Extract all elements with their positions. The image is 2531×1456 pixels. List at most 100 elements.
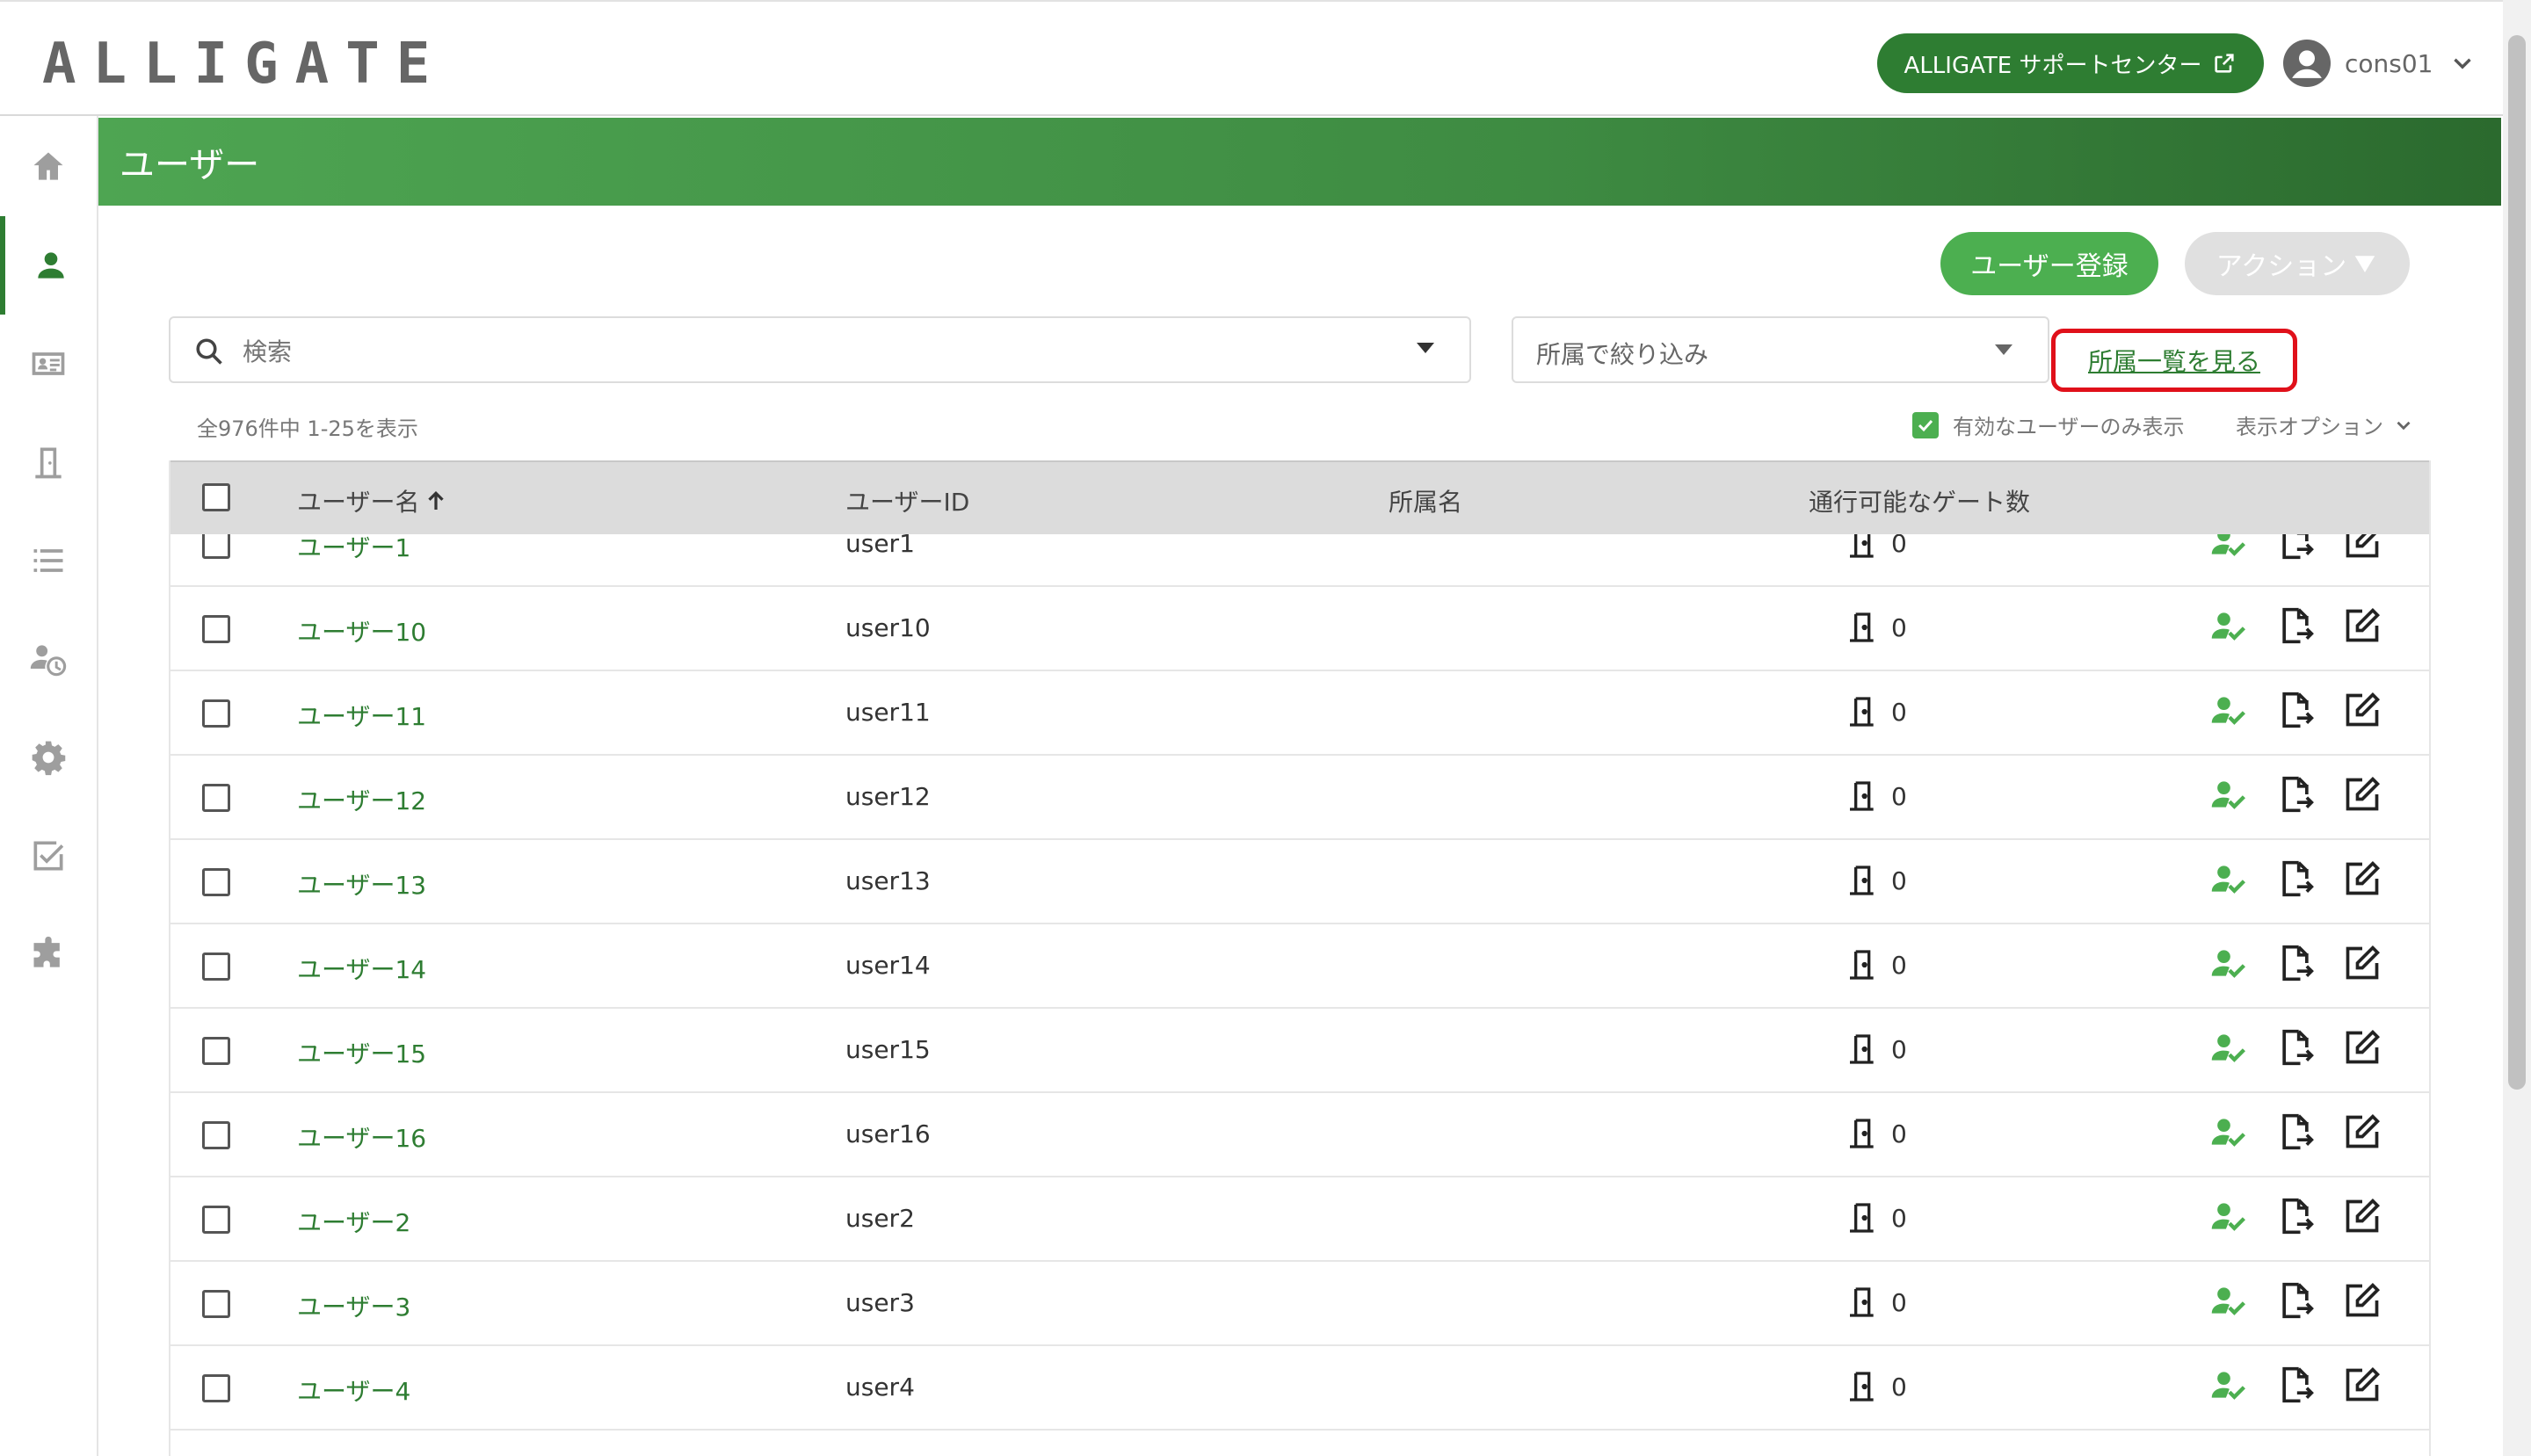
- export-file-icon[interactable]: [2276, 775, 2315, 814]
- edit-icon[interactable]: [2343, 859, 2382, 898]
- edit-icon[interactable]: [2343, 1028, 2382, 1067]
- affiliation-list-link[interactable]: 所属一覧を見る: [2088, 343, 2260, 378]
- user-enabled-icon[interactable]: [2209, 606, 2248, 645]
- sidebar-item-home[interactable]: [0, 118, 97, 216]
- gate-count: 0: [1844, 1116, 1907, 1151]
- avatar-icon: [2283, 40, 2331, 87]
- sidebar-item-approvals[interactable]: [0, 807, 97, 905]
- search-input[interactable]: [241, 330, 1369, 373]
- user-name-link[interactable]: ユーザー12: [297, 782, 426, 817]
- user-enabled-icon[interactable]: [2209, 1365, 2248, 1404]
- select-all-checkbox[interactable]: [202, 483, 230, 511]
- row-actions: [2209, 1197, 2382, 1235]
- sidebar-item-extensions[interactable]: [0, 905, 97, 1003]
- row-checkbox[interactable]: [202, 615, 230, 643]
- export-file-icon[interactable]: [2276, 944, 2315, 982]
- search-field[interactable]: [169, 316, 1471, 383]
- edit-icon[interactable]: [2343, 1112, 2382, 1151]
- user-name-link[interactable]: ユーザー11: [297, 698, 426, 733]
- row-checkbox[interactable]: [202, 868, 230, 896]
- row-checkbox[interactable]: [202, 1037, 230, 1065]
- user-name-link[interactable]: ユーザー4: [297, 1373, 410, 1408]
- row-checkbox[interactable]: [202, 699, 230, 728]
- edit-icon[interactable]: [2343, 944, 2382, 982]
- row-checkbox[interactable]: [202, 1121, 230, 1149]
- page-scrollbar[interactable]: [2503, 0, 2531, 1456]
- sidebar-item-gates[interactable]: [0, 413, 97, 511]
- user-enabled-icon[interactable]: [2209, 1281, 2248, 1320]
- table-row: ユーザー10 user10 0: [170, 587, 2429, 671]
- affiliation-filter-select[interactable]: 所属で絞り込み: [1512, 316, 2049, 383]
- user-name-link[interactable]: ユーザー3: [297, 1288, 410, 1323]
- valid-users-only-toggle[interactable]: 有効なユーザーのみ表示: [1912, 409, 2185, 440]
- user-name-link[interactable]: ユーザー10: [297, 613, 426, 648]
- gear-icon: [32, 741, 66, 776]
- row-checkbox[interactable]: [202, 1206, 230, 1234]
- id-card-icon: [32, 352, 65, 375]
- column-header-id[interactable]: ユーザーID: [845, 483, 969, 518]
- view-options-button[interactable]: 表示オプション: [2236, 409, 2415, 440]
- user-register-button[interactable]: ユーザー登録: [1940, 232, 2158, 295]
- account-menu[interactable]: cons01: [2283, 35, 2477, 91]
- export-file-icon[interactable]: [2276, 1281, 2315, 1320]
- search-dropdown-icon[interactable]: [1417, 343, 1434, 353]
- user-enabled-icon[interactable]: [2209, 1028, 2248, 1067]
- row-checkbox[interactable]: [202, 1374, 230, 1402]
- user-enabled-icon[interactable]: [2209, 1112, 2248, 1151]
- user-name-link[interactable]: ユーザー16: [297, 1119, 426, 1155]
- sidebar-item-cards[interactable]: [0, 315, 97, 413]
- column-header-gates[interactable]: 通行可能なゲート数: [1809, 483, 2030, 518]
- puzzle-icon: [33, 936, 60, 967]
- table-row: ユーザー15 user15 0: [170, 1009, 2429, 1093]
- export-file-icon[interactable]: [2276, 606, 2315, 645]
- support-center-button[interactable]: ALLIGATE サポートセンター: [1877, 33, 2264, 93]
- door-icon: [1850, 612, 1874, 642]
- scrollbar-thumb[interactable]: [2508, 35, 2526, 1090]
- user-enabled-icon[interactable]: [2209, 944, 2248, 982]
- user-name-link[interactable]: ユーザー2: [297, 1204, 410, 1239]
- action-button[interactable]: アクション: [2185, 232, 2410, 295]
- door-icon: [1850, 1034, 1874, 1064]
- export-file-icon[interactable]: [2276, 1028, 2315, 1067]
- gate-count-value: 0: [1891, 1287, 1907, 1317]
- user-id: user3: [845, 1288, 915, 1317]
- edit-icon[interactable]: [2343, 1197, 2382, 1235]
- user-enabled-icon[interactable]: [2209, 691, 2248, 729]
- user-name-link[interactable]: ユーザー1: [297, 529, 410, 564]
- door-icon: [35, 447, 62, 479]
- column-header-name[interactable]: ユーザー名: [297, 483, 449, 518]
- user-enabled-icon[interactable]: [2209, 775, 2248, 814]
- user-enabled-icon[interactable]: [2209, 859, 2248, 898]
- export-file-icon[interactable]: [2276, 691, 2315, 729]
- user-enabled-icon[interactable]: [2209, 1197, 2248, 1235]
- export-file-icon[interactable]: [2276, 1365, 2315, 1404]
- table-row: ユーザー2 user2 0: [170, 1177, 2429, 1262]
- row-checkbox[interactable]: [202, 1290, 230, 1318]
- row-checkbox[interactable]: [202, 953, 230, 981]
- row-checkbox[interactable]: [202, 784, 230, 812]
- sidebar: [0, 116, 98, 1456]
- app-logo[interactable]: ALLIGATE: [42, 32, 446, 97]
- edit-icon[interactable]: [2343, 691, 2382, 729]
- edit-icon[interactable]: [2343, 1365, 2382, 1404]
- export-file-icon[interactable]: [2276, 859, 2315, 898]
- export-file-icon[interactable]: [2276, 1112, 2315, 1151]
- gate-count-value: 0: [1891, 1119, 1907, 1148]
- user-name-link[interactable]: ユーザー13: [297, 866, 426, 902]
- edit-icon[interactable]: [2343, 1281, 2382, 1320]
- sidebar-item-settings[interactable]: [0, 708, 97, 807]
- sidebar-item-logs[interactable]: [0, 511, 97, 610]
- user-name-link[interactable]: ユーザー14: [297, 951, 426, 986]
- edit-icon[interactable]: [2343, 775, 2382, 814]
- user-name-link[interactable]: ユーザー15: [297, 1035, 426, 1070]
- home-icon: [33, 152, 63, 180]
- sidebar-item-users[interactable]: [0, 216, 97, 315]
- row-checkbox[interactable]: [202, 531, 230, 559]
- valid-users-checkbox[interactable]: [1912, 411, 1939, 438]
- column-header-affiliation[interactable]: 所属名: [1389, 483, 1462, 518]
- sidebar-item-schedule[interactable]: [0, 610, 97, 708]
- edit-icon[interactable]: [2343, 606, 2382, 645]
- row-actions: [2209, 1281, 2382, 1320]
- gate-count-value: 0: [1891, 1034, 1907, 1064]
- export-file-icon[interactable]: [2276, 1197, 2315, 1235]
